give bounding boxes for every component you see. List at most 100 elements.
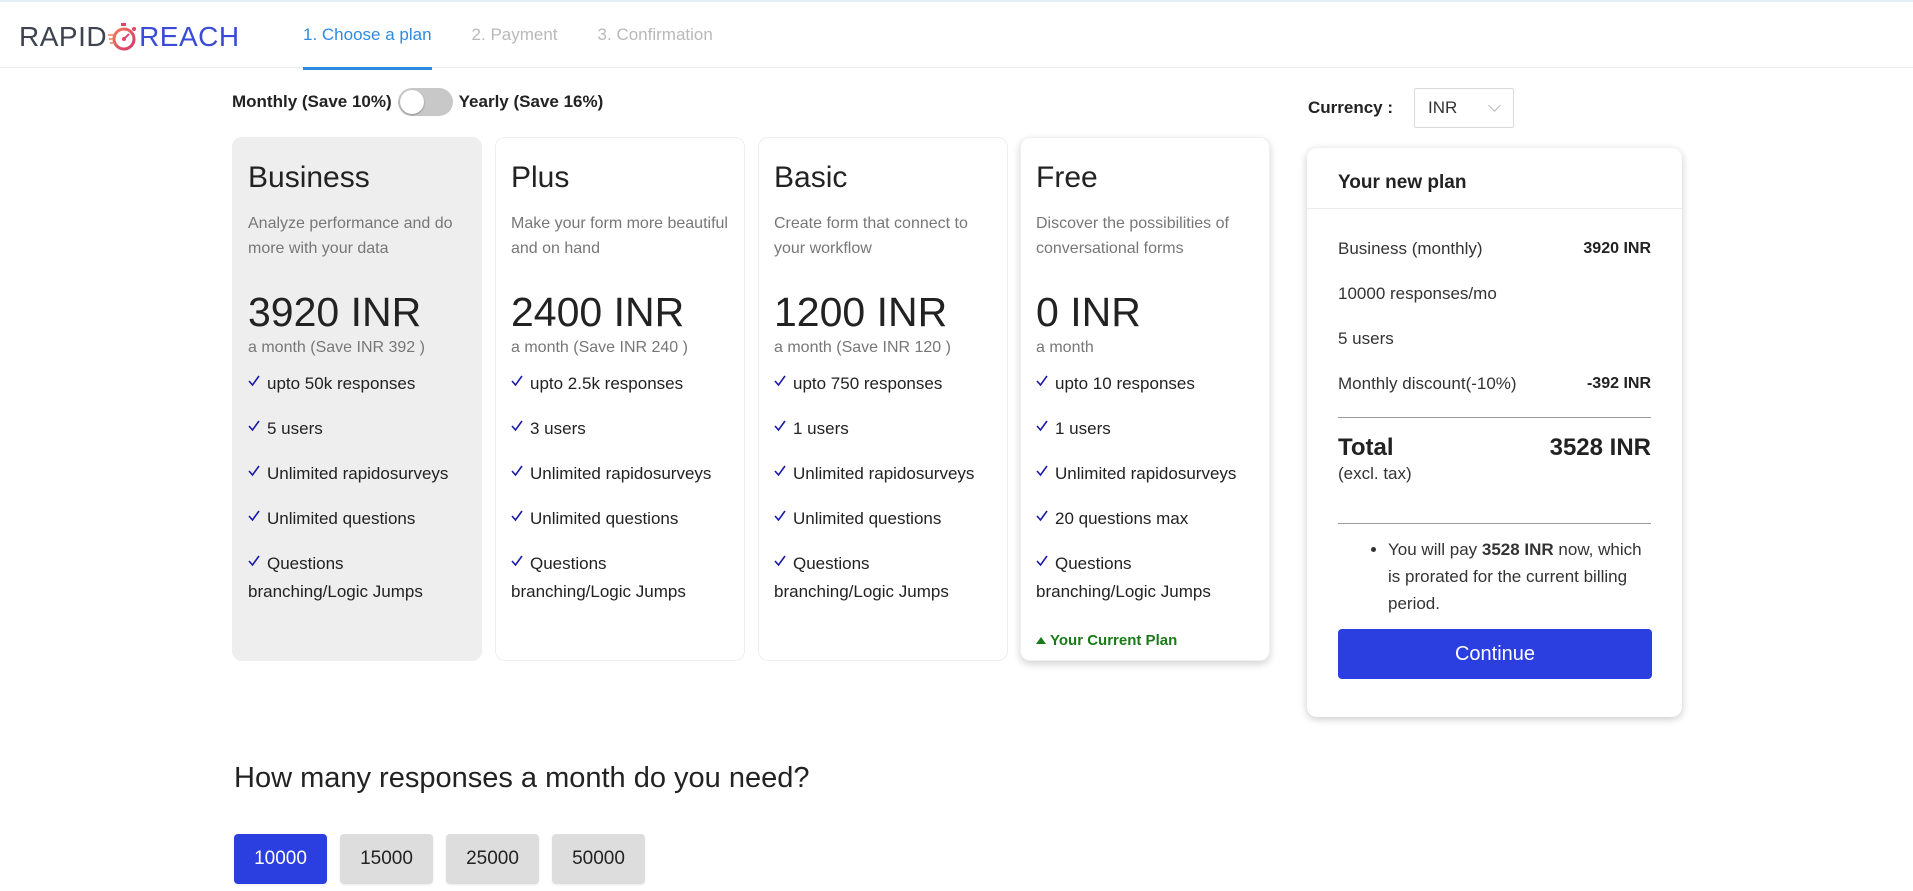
feature-text: Unlimited rapidosurveys xyxy=(267,464,449,483)
plan-price: 0 INR xyxy=(1036,289,1141,335)
plan-description: Discover the possibilities of conversati… xyxy=(1036,215,1229,257)
plan-price: 3920 INR xyxy=(248,289,422,335)
note-prefix: You will pay xyxy=(1388,540,1482,559)
responses-option-25000[interactable]: 25000 xyxy=(446,834,539,884)
currency-label: Currency : xyxy=(1308,98,1394,117)
triangle-up-icon xyxy=(1036,637,1046,644)
plan-period: a month (Save INR 240 ) xyxy=(511,339,688,356)
check-icon xyxy=(511,465,523,477)
total-value: 3528 INR xyxy=(1549,434,1651,461)
payment-note: You will pay 3528 INR now, which is pror… xyxy=(1338,523,1651,617)
feature-item: Questions branching/Logic Jumps xyxy=(511,550,729,606)
feature-item: 1 users xyxy=(1036,415,1254,443)
plan-features: upto 50k responses 5 users Unlimited rap… xyxy=(248,370,466,606)
check-icon xyxy=(1036,465,1048,477)
total-label: Total xyxy=(1338,434,1394,461)
feature-text: upto 750 responses xyxy=(793,374,943,393)
total-tax-note: (excl. tax) xyxy=(1338,464,1412,483)
check-icon xyxy=(774,465,786,477)
plan-period: a month xyxy=(1036,339,1094,356)
check-icon xyxy=(1036,555,1048,567)
feature-text: Questions branching/Logic Jumps xyxy=(511,554,686,601)
step-choose-plan[interactable]: 1. Choose a plan xyxy=(303,2,432,70)
feature-text: upto 50k responses xyxy=(267,374,416,393)
plan-card-free[interactable]: Free Discover the possibilities of conve… xyxy=(1020,137,1270,661)
feature-text: upto 2.5k responses xyxy=(530,374,684,393)
chevron-down-icon xyxy=(1488,99,1501,112)
plan-description: Create form that connect to your workflo… xyxy=(774,215,968,257)
feature-text: Questions branching/Logic Jumps xyxy=(1036,554,1211,601)
feature-text: Unlimited questions xyxy=(530,509,679,528)
summary-row-value: 3920 INR xyxy=(1583,239,1651,257)
currency-selector: Currency : INR xyxy=(1308,88,1515,128)
plan-name: Basic xyxy=(774,161,848,194)
responses-option-10000[interactable]: 10000 xyxy=(234,834,327,884)
feature-item: Unlimited questions xyxy=(774,505,992,533)
feature-item: Unlimited questions xyxy=(248,505,466,533)
plan-card-business[interactable]: Business Analyze performance and do more… xyxy=(232,137,482,661)
billing-cycle-toggle-group: Monthly (Save 10%) Yearly (Save 16%) xyxy=(232,88,603,116)
logo-text-reach: REACH xyxy=(139,21,240,52)
billing-cycle-switch[interactable] xyxy=(397,88,453,116)
feature-item: 5 users xyxy=(248,415,466,443)
logo-text-rapid: RAPID xyxy=(19,21,108,52)
currency-dropdown[interactable]: INR xyxy=(1414,88,1515,128)
step-confirmation[interactable]: 3. Confirmation xyxy=(598,2,713,68)
summary-row-responses: 10000 responses/mo xyxy=(1338,271,1651,316)
plan-description: Analyze performance and do more with you… xyxy=(248,215,453,257)
yearly-label[interactable]: Yearly (Save 16%) xyxy=(459,92,604,112)
feature-item: Unlimited rapidosurveys xyxy=(774,460,992,488)
responses-option-50000[interactable]: 50000 xyxy=(552,834,645,884)
note-amount: 3528 INR xyxy=(1481,540,1554,559)
check-icon xyxy=(1036,510,1048,522)
feature-text: Unlimited questions xyxy=(793,509,942,528)
feature-text: Unlimited rapidosurveys xyxy=(1055,464,1237,483)
monthly-label[interactable]: Monthly (Save 10%) xyxy=(232,92,392,112)
feature-item: upto 50k responses xyxy=(248,370,466,398)
plan-summary-panel: Your new plan Business (monthly) 3920 IN… xyxy=(1307,148,1682,717)
continue-button[interactable]: Continue xyxy=(1338,629,1652,679)
rapidreach-logo[interactable]: RAPID REACH xyxy=(19,20,240,54)
feature-text: Questions branching/Logic Jumps xyxy=(248,554,423,601)
plan-price: 2400 INR xyxy=(511,289,685,335)
summary-row-discount: Monthly discount(-10%) -392 INR xyxy=(1338,361,1651,406)
check-icon xyxy=(248,510,260,522)
feature-item: Questions branching/Logic Jumps xyxy=(248,550,466,606)
current-plan-label: Your Current Plan xyxy=(1050,632,1178,649)
currency-value: INR xyxy=(1428,98,1458,117)
responses-options: 10000 15000 25000 50000 xyxy=(234,834,658,884)
plan-card-plus[interactable]: Plus Make your form more beautiful and o… xyxy=(495,137,745,661)
checkout-steps: 1. Choose a plan 2. Payment 3. Confirmat… xyxy=(303,2,753,70)
step-payment[interactable]: 2. Payment xyxy=(472,2,558,68)
feature-item: 3 users xyxy=(511,415,729,443)
payment-note-item: You will pay 3528 INR now, which is pror… xyxy=(1388,536,1651,617)
plan-name: Free xyxy=(1036,161,1098,194)
summary-row-label: Business (monthly) xyxy=(1338,238,1483,258)
feature-item: Unlimited questions xyxy=(511,505,729,533)
summary-title: Your new plan xyxy=(1307,148,1682,209)
feature-text: 20 questions max xyxy=(1055,509,1189,528)
feature-text: Unlimited rapidosurveys xyxy=(530,464,712,483)
feature-item: 1 users xyxy=(774,415,992,443)
feature-text: Unlimited rapidosurveys xyxy=(793,464,975,483)
plan-card-basic[interactable]: Basic Create form that connect to your w… xyxy=(758,137,1008,661)
summary-row-label: Monthly discount(-10%) xyxy=(1338,373,1517,393)
summary-total: Total 3528 INR xyxy=(1338,417,1651,462)
check-icon xyxy=(1036,420,1048,432)
feature-item: upto 2.5k responses xyxy=(511,370,729,398)
check-icon xyxy=(774,420,786,432)
check-icon xyxy=(511,375,523,387)
plan-name: Plus xyxy=(511,161,570,194)
check-icon xyxy=(511,555,523,567)
check-icon xyxy=(248,420,260,432)
feature-item: upto 10 responses xyxy=(1036,370,1254,398)
feature-text: 1 users xyxy=(1055,419,1111,438)
summary-row-label: 10000 responses/mo xyxy=(1338,283,1497,303)
plan-name: Business xyxy=(248,161,370,194)
check-icon xyxy=(774,375,786,387)
check-icon xyxy=(774,510,786,522)
feature-item: upto 750 responses xyxy=(774,370,992,398)
responses-option-15000[interactable]: 15000 xyxy=(340,834,433,884)
check-icon xyxy=(774,555,786,567)
feature-item: Unlimited rapidosurveys xyxy=(511,460,729,488)
